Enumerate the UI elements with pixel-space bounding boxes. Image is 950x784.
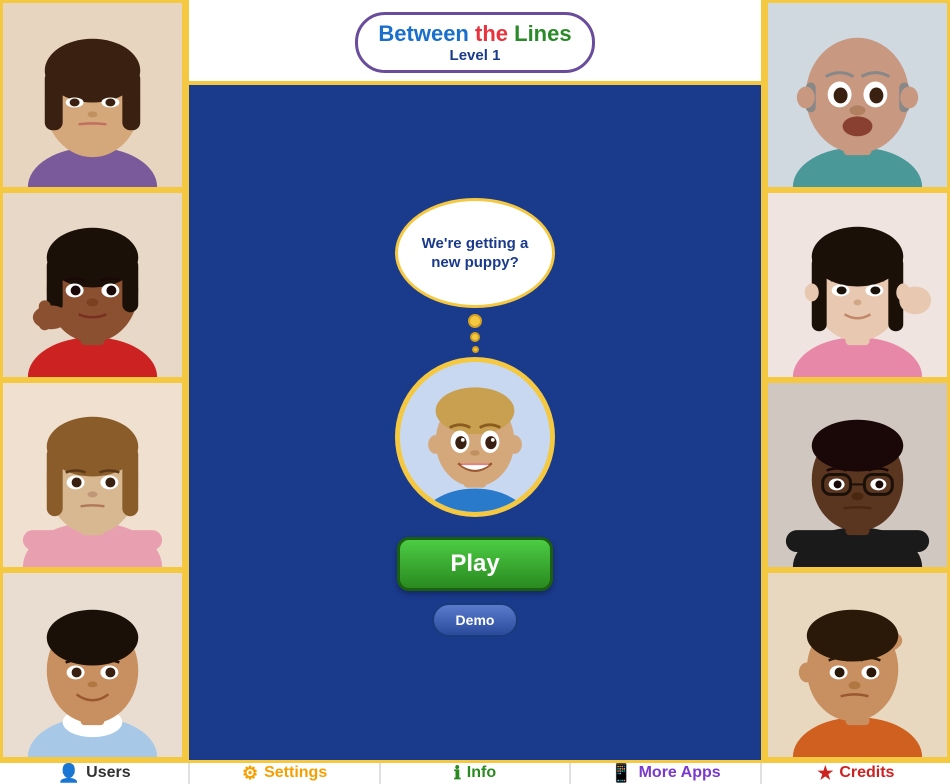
title-main: Between the Lines: [378, 21, 571, 47]
demo-button[interactable]: Demo: [432, 603, 519, 637]
center-content: We're getting a new puppy?: [395, 85, 555, 759]
title-area: Between the Lines Level 1: [189, 0, 761, 85]
face-photo-6: [765, 190, 950, 380]
face-photo-1: [0, 0, 185, 190]
users-label: Users: [86, 764, 130, 782]
title-lines-text: Lines: [514, 21, 571, 46]
app-container: Between the Lines Level 1 We're getting …: [0, 0, 950, 712]
bottom-toolbar: 👤 Users ⚙ Settings ℹ Info 📱 More Apps ★ …: [0, 760, 950, 784]
more-apps-label: More Apps: [639, 764, 721, 782]
credits-tab[interactable]: ★ Credits: [762, 763, 950, 784]
info-tab[interactable]: ℹ Info: [381, 763, 571, 784]
settings-label: Settings: [264, 764, 327, 782]
face-photo-5: [765, 0, 950, 190]
bubble-dot-2: [470, 332, 480, 342]
title-level: Level 1: [378, 47, 571, 64]
credits-label: Credits: [839, 764, 894, 782]
center-panel: Between the Lines Level 1 We're getting …: [185, 0, 765, 760]
info-label: Info: [467, 764, 496, 782]
face-photo-7: [765, 380, 950, 570]
settings-icon: ⚙: [242, 763, 258, 784]
title-between-text: Between: [378, 21, 468, 46]
bubble-dot-1: [468, 314, 482, 328]
more-apps-tab[interactable]: 📱 More Apps: [571, 763, 761, 784]
more-apps-icon: 📱: [610, 763, 632, 784]
play-button[interactable]: Play: [397, 537, 552, 591]
face-photo-3: [0, 380, 185, 570]
thought-bubble: We're getting a new puppy?: [395, 198, 555, 308]
character-circle: [395, 357, 555, 517]
right-sidebar: [765, 0, 950, 760]
left-sidebar: [0, 0, 185, 760]
face-photo-8: [765, 570, 950, 760]
thought-bubble-text: We're getting a new puppy?: [408, 234, 542, 273]
bubble-dot-3: [472, 346, 479, 353]
title-badge: Between the Lines Level 1: [355, 12, 594, 73]
content-area: Between the Lines Level 1 We're getting …: [0, 0, 950, 760]
users-tab[interactable]: 👤 Users: [0, 763, 190, 784]
settings-tab[interactable]: ⚙ Settings: [190, 763, 380, 784]
thought-bubble-container: We're getting a new puppy?: [395, 198, 555, 355]
bubble-dots: [395, 312, 555, 355]
info-icon: ℹ: [454, 763, 461, 784]
users-icon: 👤: [58, 763, 80, 784]
credits-icon: ★: [817, 763, 833, 784]
title-the-text: the: [475, 21, 508, 46]
face-photo-2: [0, 190, 185, 380]
face-photo-4: [0, 570, 185, 760]
